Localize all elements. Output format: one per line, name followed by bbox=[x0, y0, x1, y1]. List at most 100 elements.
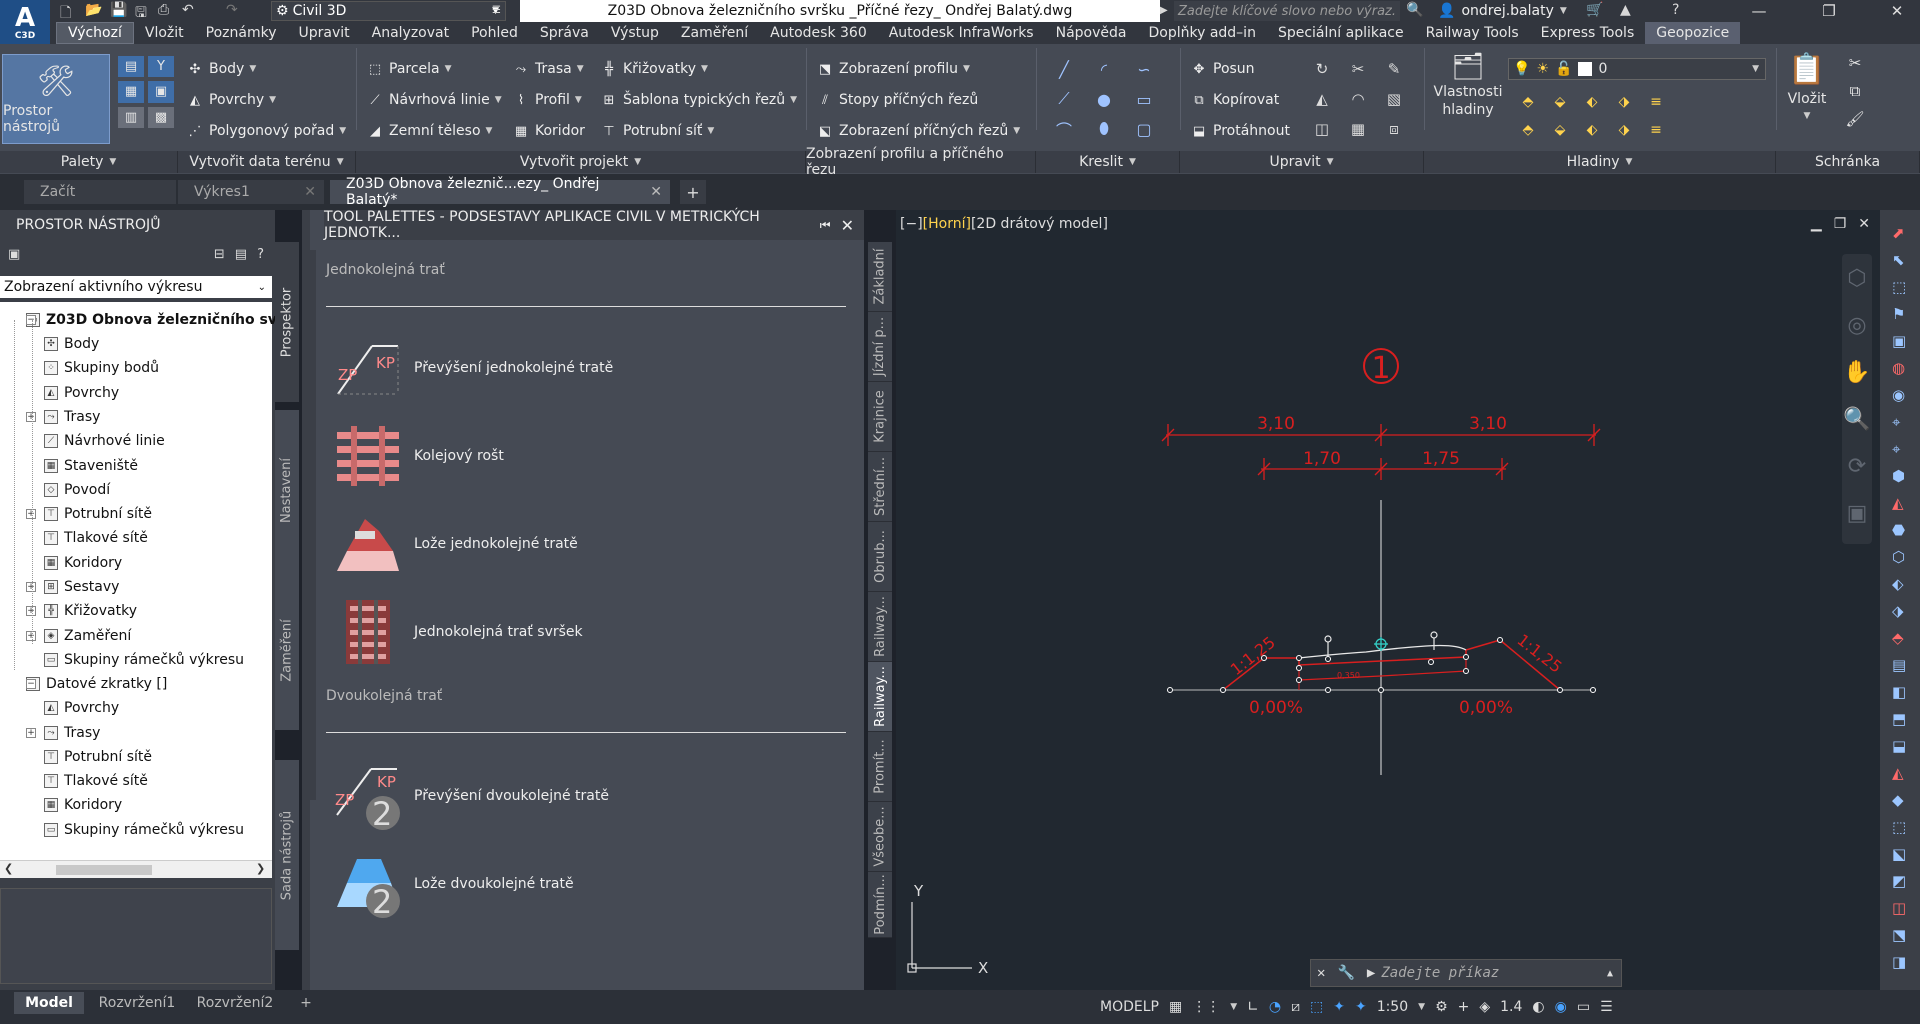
scroll-right-icon[interactable]: ❯ bbox=[256, 862, 265, 875]
layer-tool-icon[interactable]: ⬙ bbox=[1544, 88, 1576, 116]
strip-tool-icon[interactable]: ⬚ bbox=[1892, 818, 1906, 836]
otrack-icon[interactable]: ⬚ bbox=[1310, 999, 1323, 1015]
command-close-icon[interactable]: ✕ bbox=[1311, 965, 1331, 981]
tree-node[interactable]: ⁘ Skupiny bodů bbox=[44, 356, 159, 380]
ribbon-panel-label[interactable]: Schránka bbox=[1776, 151, 1920, 173]
ribbon-tab[interactable]: Vložit bbox=[134, 22, 195, 44]
command-history-icon[interactable]: ▲ bbox=[1607, 968, 1621, 979]
toolspace-vtab[interactable]: Prospektor bbox=[275, 242, 299, 402]
expand-icon[interactable]: + bbox=[26, 411, 36, 422]
scroll-left-icon[interactable]: ❮ bbox=[4, 862, 13, 875]
strip-tool-icon[interactable]: ⚑ bbox=[1892, 305, 1905, 323]
plus-icon[interactable]: + bbox=[1458, 999, 1470, 1015]
array-icon[interactable]: ▦ bbox=[1340, 114, 1376, 144]
tree-node[interactable]: + ╬ Křižovatky bbox=[26, 599, 137, 623]
layer-properties-button[interactable]: 🗂 Vlastnosti hladiny bbox=[1432, 52, 1504, 142]
close-button[interactable]: ✕ bbox=[1874, 0, 1920, 22]
strip-tool-icon[interactable]: ▣ bbox=[1892, 332, 1906, 350]
strip-tool-icon[interactable]: ▤ bbox=[1892, 656, 1906, 674]
command-input[interactable]: Zadejte příkaz bbox=[1381, 965, 1499, 981]
search-expand-icon[interactable]: ▶ bbox=[1160, 5, 1168, 16]
ortho-icon[interactable]: ∟ bbox=[1247, 999, 1259, 1015]
line-icon[interactable]: ╱ bbox=[1044, 54, 1084, 84]
ribbon-tab[interactable]: Analyzovat bbox=[361, 22, 460, 44]
polyline-icon[interactable]: ∽ bbox=[1124, 54, 1164, 84]
strip-tool-icon[interactable]: ◍ bbox=[1892, 359, 1905, 377]
circle-icon[interactable]: ● bbox=[1084, 84, 1124, 114]
ribbon-tab[interactable]: Geopozice bbox=[1645, 22, 1741, 44]
tree-scrollbar[interactable]: ❮ ❯ bbox=[0, 860, 272, 878]
tree-node[interactable]: ▦ Koridory bbox=[44, 551, 122, 575]
palette-splitter[interactable] bbox=[310, 250, 316, 800]
expand-icon[interactable]: − bbox=[26, 315, 36, 325]
workspace-icon[interactable]: ◈ bbox=[1479, 999, 1490, 1015]
open-folder-icon[interactable]: 📂 bbox=[85, 2, 102, 18]
parcela-button[interactable]: ⬚ Parcela ▼ bbox=[366, 58, 452, 80]
tree-node[interactable]: ✣ Body bbox=[44, 332, 99, 356]
preview-icon[interactable]: ▤ bbox=[235, 247, 247, 262]
tree-node[interactable]: ▭ Skupiny rámečků výkresu bbox=[44, 648, 244, 672]
close-icon[interactable]: ✕ bbox=[304, 184, 324, 200]
tab-layout2[interactable]: Rozvržení2 bbox=[194, 992, 276, 1014]
toolspace-menu-icon[interactable]: ▣ bbox=[8, 247, 20, 262]
scale-icon[interactable]: ◫ bbox=[1304, 114, 1340, 144]
fillet-icon[interactable]: ◠ bbox=[1340, 84, 1376, 114]
tree-node[interactable]: −▭Z03D Obnova železničního svr... bbox=[26, 308, 298, 332]
ribbon-tab[interactable]: Správa bbox=[529, 22, 600, 44]
chevron-down-icon[interactable]: ▼ bbox=[1230, 1002, 1237, 1012]
layer-dropdown[interactable]: 💡 ☀ 🔓 0 ▼ bbox=[1508, 58, 1766, 80]
undo-icon[interactable]: ↶ bbox=[182, 2, 194, 18]
add-layout-button[interactable]: + bbox=[296, 992, 316, 1014]
koridor-button[interactable]: ▦ Koridor bbox=[512, 120, 585, 142]
hatch-icon[interactable]: ▭ bbox=[1124, 84, 1164, 114]
palette-side-tab[interactable]: Krajnice bbox=[868, 382, 892, 452]
polygonovy-porad-button[interactable]: ⋰ Polygonový pořad ▼ bbox=[186, 120, 347, 142]
layer-tool-icon[interactable]: ⬗ bbox=[1608, 88, 1640, 116]
ribbon-tab[interactable]: Doplňky add–in bbox=[1137, 22, 1266, 44]
palette-side-tab[interactable]: Railway... bbox=[868, 592, 892, 662]
trim-icon[interactable]: ✂ bbox=[1340, 54, 1376, 84]
sablona-button[interactable]: ⊞ Šablona typických řezů ▼ bbox=[600, 89, 798, 111]
ribbon-panel-label[interactable]: Vytvořit data terénu ▼ bbox=[178, 151, 356, 173]
ribbon-tab[interactable]: Upravit bbox=[287, 22, 360, 44]
tool-loze-dvoukolejne[interactable]: 2 Lože dvoukolejné tratě bbox=[332, 848, 574, 920]
osnap-icon[interactable]: ⧄ bbox=[1291, 999, 1300, 1015]
ellipse-icon[interactable]: ⬮ bbox=[1084, 114, 1124, 144]
chevron-down-icon[interactable]: ▼ bbox=[1418, 1002, 1425, 1012]
annotation-visibility-icon[interactable]: ✦ bbox=[1333, 999, 1345, 1015]
scrollbar-thumb[interactable] bbox=[56, 865, 152, 875]
strip-tool-icon[interactable]: ◭ bbox=[1892, 764, 1904, 782]
hierarchy-icon[interactable]: ⊟ bbox=[214, 247, 225, 262]
settings-icon[interactable]: ⚙ bbox=[1435, 999, 1448, 1015]
polar-icon[interactable]: ◔ bbox=[1269, 999, 1281, 1015]
tree-node[interactable]: ◭ Povrchy bbox=[44, 696, 119, 720]
strip-tool-icon[interactable]: ⬓ bbox=[1892, 737, 1906, 755]
redo-icon[interactable]: ↷ bbox=[226, 2, 238, 18]
palette-side-tab[interactable]: Všeobe... bbox=[868, 802, 892, 872]
povrchy-button[interactable]: ◭ Povrchy ▼ bbox=[186, 89, 276, 111]
tree-node[interactable]: ◇ Povodí bbox=[44, 478, 110, 502]
toolspace-vtab[interactable]: Nastavení bbox=[275, 410, 299, 570]
annotation-monitor-value[interactable]: 1.4 bbox=[1500, 999, 1522, 1015]
ribbon-panel-label[interactable]: Vytvořit projekt ▼ bbox=[356, 151, 806, 173]
strip-tool-icon[interactable]: ◧ bbox=[1892, 683, 1906, 701]
match-properties-icon[interactable]: 🖌 bbox=[1845, 110, 1864, 128]
tree-node[interactable]: + ⤳ Trasy bbox=[26, 721, 100, 745]
ribbon-tab[interactable]: Speciální aplikace bbox=[1267, 22, 1415, 44]
tool-loze-jednokolejne[interactable]: Lože jednokolejné tratě bbox=[332, 508, 578, 580]
strip-tool-icon[interactable]: ◨ bbox=[1892, 953, 1906, 971]
strip-tool-icon[interactable]: ⌖ bbox=[1892, 440, 1900, 458]
command-line[interactable]: ✕ 🔧 ▶ Zadejte příkaz ▲ bbox=[1310, 959, 1622, 987]
strip-tool-icon[interactable]: ◭ bbox=[1892, 494, 1904, 512]
close-icon[interactable]: ✕ bbox=[841, 216, 864, 235]
help-search-input[interactable]: Zadejte klíčové slovo nebo výraz. bbox=[1174, 1, 1400, 21]
palette-side-tab[interactable]: Jízdní p... bbox=[868, 312, 892, 382]
ribbon-tab[interactable]: Railway Tools bbox=[1415, 22, 1530, 44]
strip-tool-icon[interactable]: ⬘ bbox=[1892, 629, 1904, 647]
palette-icon[interactable]: ▣ bbox=[148, 81, 174, 103]
strip-tool-icon[interactable]: ⬚ bbox=[1892, 278, 1906, 296]
expand-icon[interactable]: + bbox=[26, 727, 36, 738]
palette-side-tab[interactable]: Obrub... bbox=[868, 522, 892, 592]
krizovatky-button[interactable]: ╬ Křižovatky ▼ bbox=[600, 58, 708, 80]
zobrazeni-rezu-button[interactable]: ⬕ Zobrazení příčných řezů ▼ bbox=[816, 120, 1020, 142]
